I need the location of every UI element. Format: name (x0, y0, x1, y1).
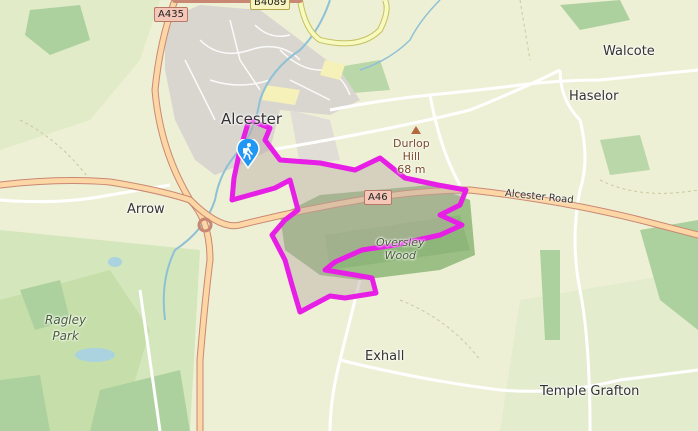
place-label-exhall: Exhall (365, 349, 405, 364)
wood-label-line1: Oversley (376, 236, 425, 249)
wood-label-line2: Wood (384, 249, 416, 262)
place-label-temple-grafton: Temple Grafton (540, 384, 640, 399)
hiker-marker[interactable] (236, 139, 260, 169)
park-label-line1: Ragley (45, 313, 87, 327)
wood-label-oversley: Oversley Wood (376, 236, 425, 262)
hill-elevation: 68 m (397, 163, 426, 176)
park-label-ragley: Ragley Park (45, 312, 86, 344)
hill-label: Durlop Hill 68 m (393, 137, 430, 176)
road-shield-a46: A46 (364, 190, 392, 205)
map-view[interactable]: A435 B4089 A46 Alcester Road Alcester Wa… (0, 0, 698, 431)
road-shield-b4089: B4089 (250, 0, 291, 10)
hill-name-line2: Hill (402, 150, 421, 163)
map-base (0, 0, 698, 431)
hill-name-line1: Durlop (393, 137, 430, 150)
place-label-walcote: Walcote (603, 44, 655, 59)
hiker-icon (236, 139, 260, 169)
place-label-arrow: Arrow (127, 202, 165, 217)
road-shield-a435: A435 (154, 7, 188, 22)
place-label-haselor: Haselor (569, 89, 619, 104)
place-label-alcester: Alcester (221, 110, 282, 128)
park-label-line2: Park (52, 329, 79, 343)
